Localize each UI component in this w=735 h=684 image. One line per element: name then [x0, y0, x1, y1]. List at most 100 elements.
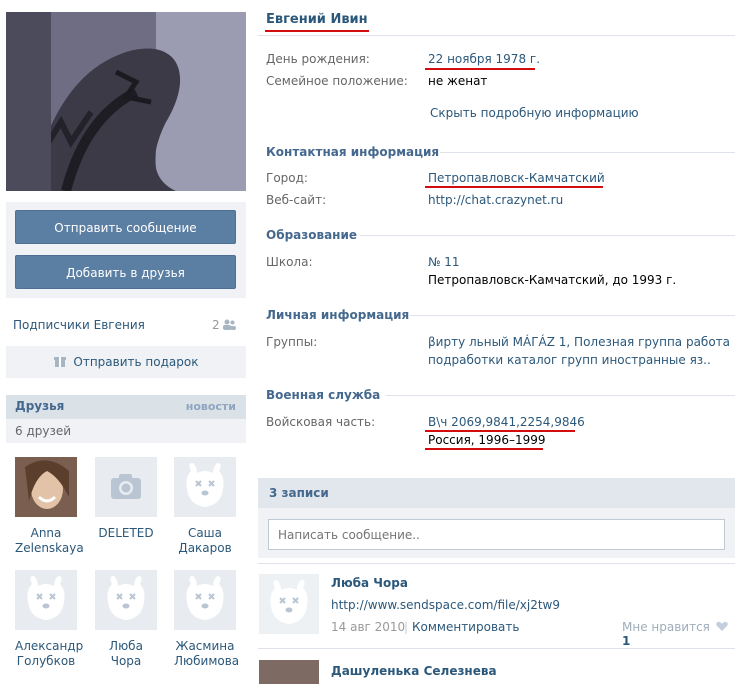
friend-card[interactable]: Саша Дакаров [174, 457, 236, 556]
post-like-button[interactable]: Мне нравится 1 [622, 620, 735, 648]
dog-default-avatar-icon [107, 576, 145, 620]
military-unit-detail: Россия, 1996–1999 [428, 433, 546, 447]
birthday-underline [425, 68, 535, 70]
city-underline [425, 186, 603, 188]
camera-icon [111, 474, 141, 499]
friend-last-name: Голубков [16, 654, 76, 668]
divider [440, 152, 735, 153]
friend-first-name: Александр [15, 639, 84, 653]
hide-info-link[interactable]: Скрыть подробную информацию [430, 106, 639, 120]
friend-first-name: DELETED [98, 526, 154, 540]
send-message-button[interactable]: Отправить сообщение [15, 210, 236, 244]
profile-name: Евгений Ивин [266, 12, 368, 27]
friend-name[interactable]: Anna Zelenskaya [15, 526, 84, 556]
divider [258, 648, 735, 649]
groups-label: Группы: [266, 335, 318, 349]
friend-avatar[interactable] [15, 570, 77, 630]
education-section-title: Образование [266, 228, 358, 242]
birthday-value[interactable]: 22 ноября 1978 г. [428, 52, 540, 66]
website-label: Веб-сайт: [266, 193, 327, 207]
dog-default-avatar-icon [186, 576, 224, 620]
subscribers-link[interactable]: Подписчики Евгения [13, 318, 145, 332]
relationship-label: Семейное положение: [266, 74, 408, 88]
friend-avatar[interactable] [174, 457, 236, 517]
birthday-label: День рождения: [266, 52, 370, 66]
gift-icon [53, 357, 66, 367]
friend-card[interactable]: Жасмина Любимова [174, 570, 240, 669]
profile-photo-image [6, 12, 246, 191]
people-icon [223, 319, 237, 330]
friends-count: 6 друзей [15, 424, 72, 438]
post-like-label: Мне нравится [622, 620, 710, 634]
unit-detail-underline [425, 448, 543, 450]
divider [360, 235, 735, 236]
relationship-value: не женат [428, 74, 488, 88]
unit-underline [425, 430, 575, 432]
friends-header: Друзья новости [6, 395, 246, 419]
groups-link-line2[interactable]: подработки каталог групп иностранные яз.… [428, 353, 711, 367]
divider [258, 35, 735, 36]
friend-first-name: Люба [109, 639, 143, 653]
post-author-avatar[interactable] [259, 574, 319, 634]
military-unit-label: Войсковая часть: [266, 415, 376, 429]
post-link[interactable]: http://www.sendspace.com/file/xj2tw9 [331, 598, 560, 612]
send-gift-label: Отправить подарок [73, 355, 199, 369]
friend-name[interactable]: Александр Голубков [15, 639, 84, 669]
friend-card[interactable]: Anna Zelenskaya [15, 457, 84, 556]
divider [258, 563, 735, 564]
friends-count-bar: 6 друзей [6, 419, 246, 443]
friend-card[interactable]: DELETED [95, 457, 157, 541]
dog-default-avatar-icon [186, 463, 224, 507]
friend-card[interactable]: Александр Голубков [15, 570, 84, 669]
groups-link-line1[interactable]: βирту льный МÁГÁZ 1, Полезная группа раб… [428, 335, 730, 349]
heart-icon [715, 621, 728, 631]
divider [410, 315, 735, 316]
friend-name[interactable]: Жасмина Любимова [174, 639, 240, 669]
friend-name[interactable]: Люба Чора [95, 639, 157, 669]
friend-last-name: Дакаров [178, 541, 232, 555]
friends-news-link[interactable]: новости [186, 400, 236, 413]
post-author-name[interactable]: Люба Чора [331, 576, 408, 590]
friend-last-name: Чора [110, 654, 142, 668]
name-underline [265, 30, 369, 32]
subscribers-count: 2 [212, 318, 237, 332]
friend-first-name: Жасмина [175, 639, 235, 653]
post-comment-link[interactable]: Комментировать [412, 620, 519, 634]
friend-avatar[interactable] [95, 457, 157, 517]
school-detail: Петропавловск-Камчатский, до 1993 г. [428, 273, 677, 287]
friend-name[interactable]: Саша Дакаров [174, 526, 236, 556]
website-link[interactable]: http://chat.crazynet.ru [428, 193, 563, 207]
friend-name[interactable]: DELETED [95, 526, 157, 541]
profile-photo[interactable] [6, 12, 246, 191]
wall-count[interactable]: 3 записи [269, 486, 329, 500]
friend-last-name: Любимова [174, 654, 240, 668]
dog-default-avatar-icon [27, 576, 65, 620]
post-like-count: 1 [622, 634, 631, 648]
friend-avatar[interactable] [174, 570, 236, 630]
friend-card[interactable]: Люба Чора [95, 570, 157, 669]
friend-photo [15, 457, 77, 517]
add-friend-button[interactable]: Добавить в друзья [15, 255, 236, 289]
city-label: Город: [266, 171, 308, 185]
friend-first-name: Anna [30, 526, 62, 540]
subscribers-count-value: 2 [212, 318, 220, 332]
post-author-name[interactable]: Дашуленька Селезнева [331, 664, 497, 678]
post-date[interactable]: 14 авг 2010 [331, 620, 405, 634]
dog-default-avatar-icon [270, 580, 308, 624]
military-unit-value[interactable]: В\ч 2069,9841,2254,9846 [428, 415, 585, 429]
school-value[interactable]: № 11 [428, 255, 460, 269]
friend-first-name: Саша [187, 526, 223, 540]
personal-section-title: Личная информация [266, 308, 410, 322]
friend-avatar[interactable] [95, 570, 157, 630]
school-label: Школа: [266, 255, 313, 269]
divider [386, 395, 735, 396]
city-value[interactable]: Петропавловск-Камчатский [428, 171, 605, 185]
contact-section-title: Контактная информация [266, 145, 440, 159]
friend-avatar[interactable] [15, 457, 77, 517]
send-gift-button[interactable]: Отправить подарок [6, 346, 246, 378]
friends-title[interactable]: Друзья [15, 399, 64, 413]
post-meta-separator: | [404, 620, 409, 634]
wall-message-input[interactable] [268, 519, 725, 550]
wall-header: 3 записи [258, 478, 735, 508]
post-author-avatar[interactable] [259, 660, 319, 684]
